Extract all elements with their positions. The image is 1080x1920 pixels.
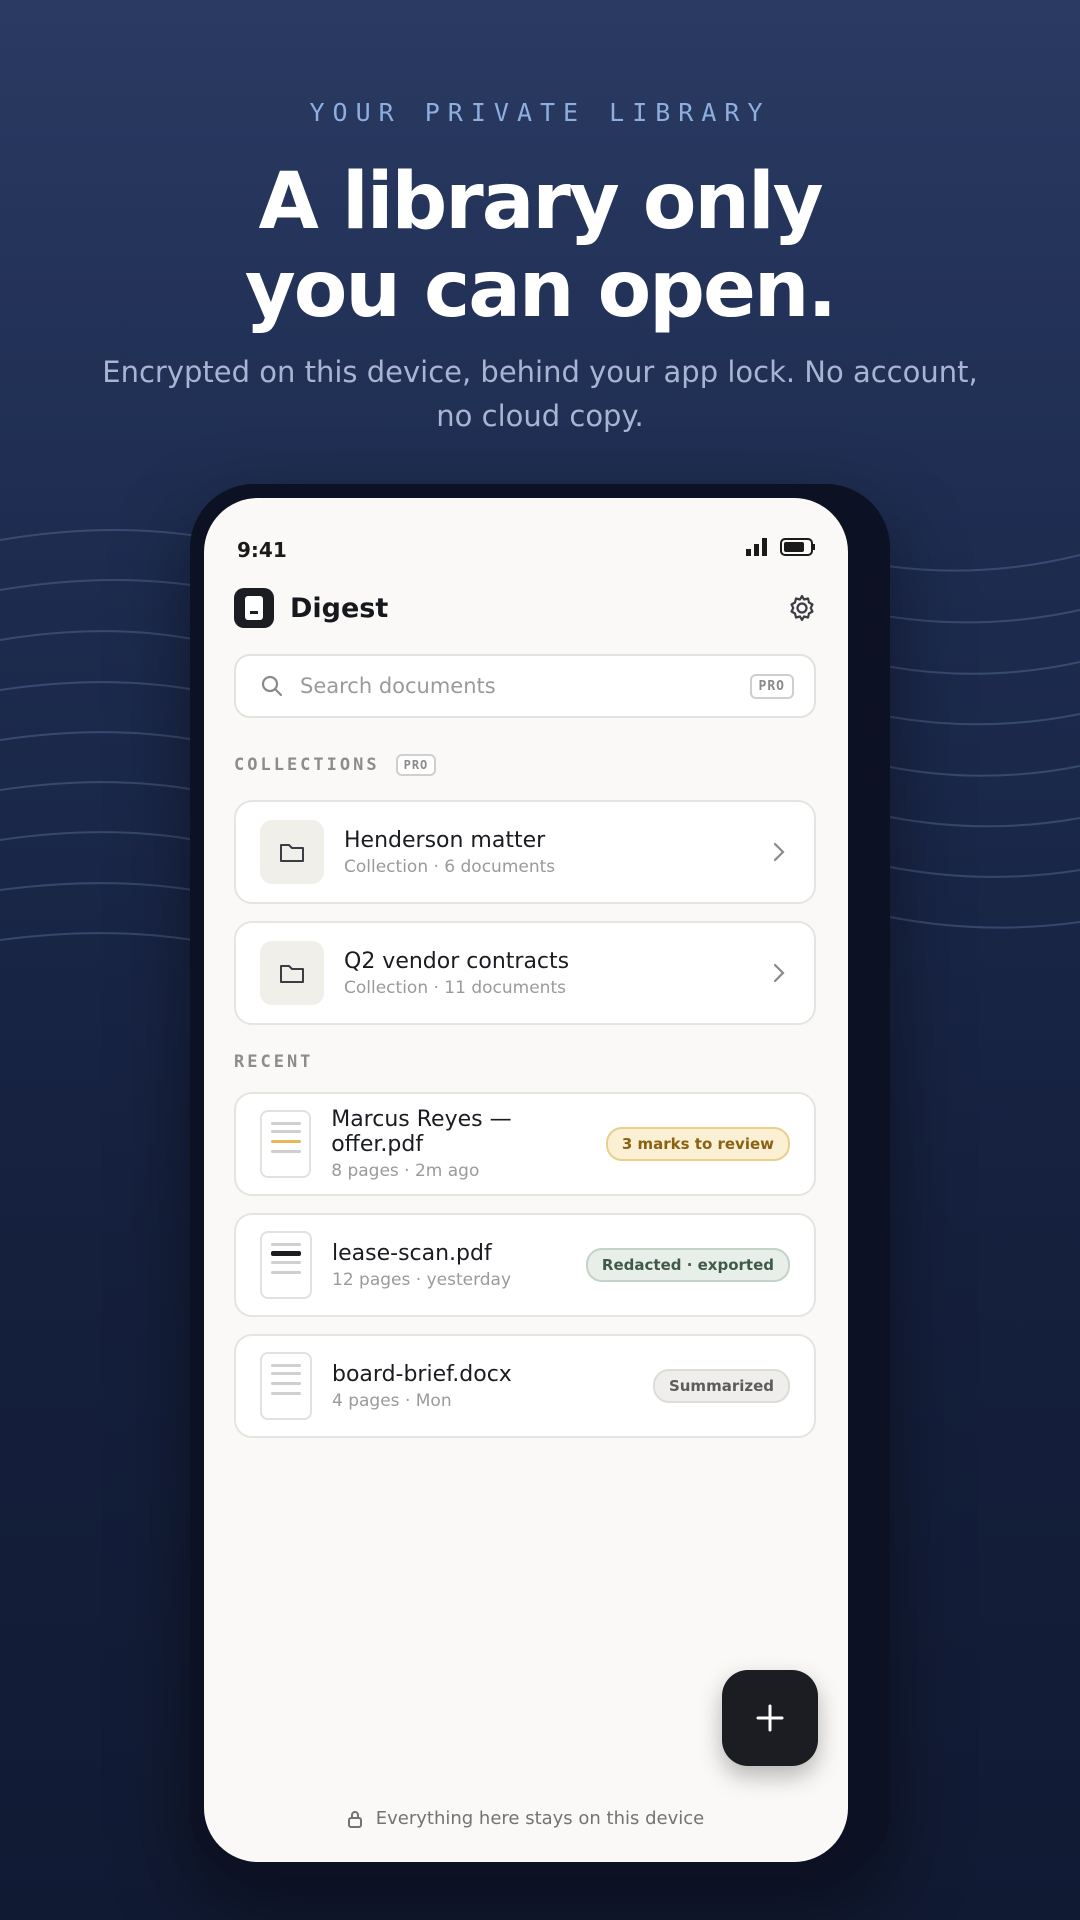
collections-pro-badge: PRO [395, 754, 437, 776]
recent-item-board-brief[interactable]: board-brief.docx 4 pages · Mon Summarize… [234, 1334, 816, 1438]
document-title: Marcus Reyes — offer.pdf [331, 1107, 512, 1157]
collection-title: Henderson matter [344, 827, 546, 853]
hero-headline-line-2: you can open. [244, 245, 837, 335]
folder-icon [260, 820, 324, 884]
folder-icon [260, 941, 324, 1005]
collection-title: Q2 vendor contracts [344, 948, 570, 974]
phone-screen: 9:41 Digest Search documents PRO COLLECT… [204, 498, 848, 1862]
hero-headline-line-1: A library only [258, 157, 823, 247]
hero-eyebrow: YOUR PRIVATE LIBRARY [309, 98, 771, 127]
phone-frame: 9:41 Digest Search documents PRO COLLECT… [190, 484, 890, 1876]
gear-icon [790, 594, 814, 622]
status-time: 9:41 [237, 538, 287, 562]
status-badge-review: 3 marks to review [605, 1127, 790, 1161]
status-badge-redacted: Redacted · exported [585, 1248, 790, 1282]
app-title: Digest [290, 592, 389, 624]
collection-item-q2-vendor[interactable]: Q2 vendor contracts Collection · 11 docu… [234, 921, 816, 1025]
app-header: Digest [234, 586, 818, 630]
recent-label: RECENT [234, 1052, 314, 1072]
search-input[interactable] [298, 673, 722, 699]
settings-button[interactable] [786, 592, 818, 624]
chevron-right-icon [773, 842, 785, 862]
recent-item-lease-scan[interactable]: lease-scan.pdf 12 pages · yesterday Reda… [234, 1213, 816, 1317]
plus-icon [756, 1704, 784, 1732]
search-icon [261, 675, 283, 697]
battery-icon [780, 538, 815, 556]
search-bar[interactable]: PRO [234, 654, 816, 718]
collection-item-henderson[interactable]: Henderson matter Collection · 6 document… [234, 800, 816, 904]
document-thumbnail [260, 1110, 312, 1178]
collection-subtitle: Collection · 6 documents [344, 856, 556, 877]
recent-item-offer[interactable]: Marcus Reyes — offer.pdf 8 pages · 2m ag… [234, 1092, 816, 1196]
search-pro-badge: PRO [749, 673, 794, 699]
signal-icon [746, 538, 767, 556]
document-meta: 12 pages · yesterday [332, 1269, 512, 1290]
document-thumbnail [260, 1231, 312, 1299]
document-meta: 4 pages · Mon [332, 1390, 452, 1411]
collection-subtitle: Collection · 11 documents [344, 977, 566, 998]
collections-label: COLLECTIONS PRO [234, 754, 437, 776]
collections-label-text: COLLECTIONS [234, 755, 380, 775]
document-meta: 8 pages · 2m ago [331, 1161, 480, 1181]
footer-text: Everything here stays on this device [375, 1808, 705, 1829]
lock-icon [347, 1810, 362, 1828]
add-document-button[interactable] [722, 1670, 818, 1766]
document-title: board-brief.docx [332, 1361, 512, 1387]
chevron-right-icon [773, 963, 785, 983]
document-thumbnail [260, 1352, 312, 1420]
hero-headline: A library only you can open. [0, 158, 1080, 334]
status-icons [746, 538, 816, 556]
privacy-footer: Everything here stays on this device [204, 1808, 848, 1829]
document-lock-icon [234, 588, 274, 628]
hero-subhead: Encrypted on this device, behind your ap… [102, 355, 978, 433]
status-badge-summarized: Summarized [652, 1369, 790, 1403]
document-title: lease-scan.pdf [332, 1240, 492, 1266]
